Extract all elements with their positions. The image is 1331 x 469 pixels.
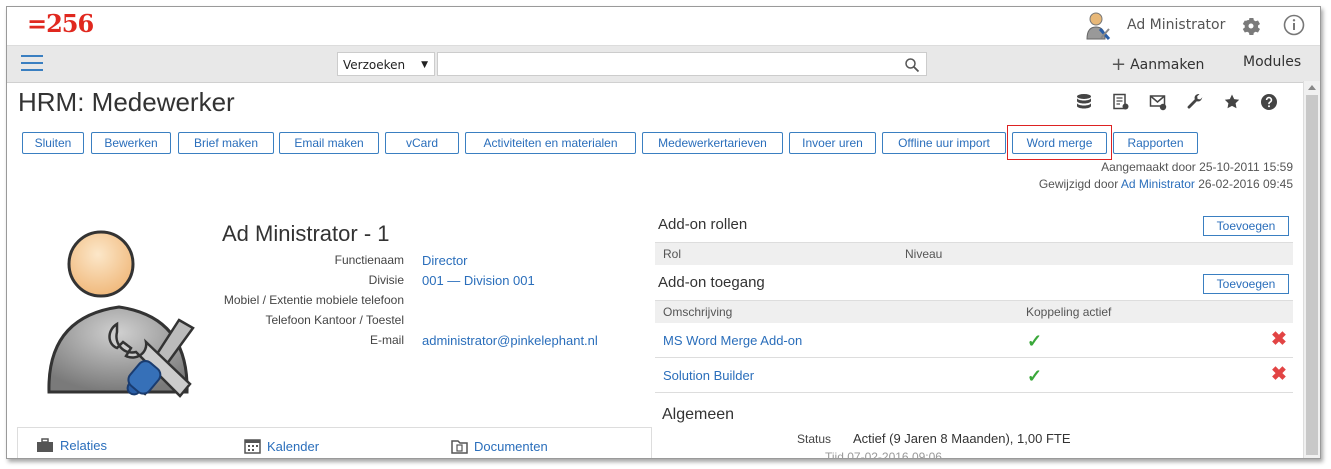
plus-icon: + [1111,54,1127,75]
col-description: Omschrijving [663,305,733,319]
scrollbar-thumb[interactable] [1306,95,1318,455]
employee-name: Ad Ministrator - 1 [222,221,390,246]
addon-roles-add-button[interactable]: Toevoegen [1203,216,1289,236]
mail-settings-icon[interactable] [1149,93,1167,111]
delete-icon[interactable]: ✖ [1271,363,1287,386]
star-icon[interactable] [1223,93,1241,111]
wrench-icon[interactable] [1186,93,1204,111]
modified-info: Gewijzigd door Ad Ministrator 26-02-2016… [1039,177,1293,191]
create-button[interactable]: + Aanmaken [1111,54,1204,75]
report-icon[interactable] [1112,93,1130,111]
general-title: Algemeen [662,406,735,423]
scroll-up-arrow-icon[interactable] [1308,85,1316,90]
addon-link[interactable]: MS Word Merge Add-on [663,333,802,348]
field-function-value[interactable]: Director [422,253,468,268]
check-icon: ✓ [1027,366,1043,386]
modified-user-link[interactable]: Ad Ministrator [1121,177,1195,191]
modified-value: 26-02-2016 09:45 [1198,177,1293,191]
search-type-select[interactable]: Verzoeken ▼ [337,52,435,76]
modified-label: Gewijzigd door [1038,177,1119,191]
col-link-active: Koppeling actief [1026,305,1112,319]
tab-relations[interactable]: Relaties [36,438,107,453]
related-tabs: Relaties Kalender Documenten [17,427,652,458]
field-email-label: E-mail [369,333,404,347]
modules-button[interactable]: Modules [1243,54,1301,70]
menu-icon[interactable] [21,55,43,73]
created-value: 25-10-2011 15:59 [1199,160,1293,174]
page-title: HRM: Medewerker [18,87,235,117]
word-merge-highlight [1007,125,1112,160]
help-icon[interactable] [1260,93,1278,111]
created-info: Aangemaakt door 25-10-2011 15:59 [1101,160,1293,174]
addon-access-add-button[interactable]: Toevoegen [1203,274,1289,294]
tab-documents-label: Documenten [474,439,548,454]
calendar-icon [244,439,261,454]
enter-hours-button[interactable]: Invoer uren [789,132,876,154]
check-icon: ✓ [1027,331,1043,351]
table-row: MS Word Merge Add-on ✓ ✖ [655,323,1293,358]
vcard-button[interactable]: vCard [385,132,459,154]
scrollbar[interactable] [1303,81,1320,458]
addon-roles-header: Rol Niveau [655,242,1293,265]
addon-link[interactable]: Solution Builder [663,368,754,383]
tab-calendar-label: Kalender [267,439,320,454]
field-mobile-label: Mobiel / Extentie mobiele telefoon [223,293,404,307]
addon-access-header: Omschrijving Koppeling actief [655,300,1293,323]
field-function-label: Functienaam [334,253,404,267]
edit-button[interactable]: Bewerken [91,132,171,154]
table-row: Solution Builder ✓ ✖ [655,358,1293,393]
col-level: Niveau [905,247,943,261]
tab-documents[interactable]: Documenten [451,438,548,454]
gear-icon[interactable] [1239,14,1263,38]
tab-relations-label: Relaties [60,438,107,453]
created-label: Aangemaakt door [1101,160,1196,174]
dropdown-arrow-icon: ▼ [421,60,428,70]
briefcase-icon [37,438,53,452]
search-input[interactable] [437,52,927,76]
field-office-phone-label: Telefoon Kantoor / Toestel [265,313,404,327]
delete-icon[interactable]: ✖ [1271,328,1287,351]
info-icon[interactable] [1283,14,1305,36]
tab-calendar[interactable]: Kalender [244,438,319,454]
field-division-label: Divisie [368,273,404,287]
field-division-value[interactable]: 001 — Division 001 [422,273,535,288]
partial-row: Tijd 07-02-2016 09:06 [825,450,942,459]
addon-access-title: Add-on toegang [658,274,765,291]
database-icon[interactable] [1075,93,1093,111]
logo[interactable]: =256 [27,9,94,38]
top-bar: =256 Ad Ministrator [7,7,1320,45]
nav-bar: Verzoeken ▼ + Aanmaken Modules [7,45,1320,83]
status-value: Actief (9 Jaren 8 Maanden), 1,00 FTE [853,431,1071,446]
app-window: =256 Ad Ministrator Verzoeken ▼ + Aanmak… [6,6,1321,459]
folder-document-icon [451,440,468,454]
create-email-button[interactable]: Email maken [279,132,379,154]
user-name[interactable]: Ad Ministrator [1127,17,1225,33]
col-role: Rol [663,247,682,261]
field-email-value[interactable]: administrator@pinkelephant.nl [422,333,598,348]
search-type-value: Verzoeken [343,58,406,72]
search-icon[interactable] [904,57,920,73]
employee-rates-button[interactable]: Medewerkertarieven [642,132,783,154]
create-letter-button[interactable]: Brief maken [178,132,274,154]
close-button[interactable]: Sluiten [22,132,84,154]
field-division: Divisie 001 — Division 001 [7,273,1307,289]
status-label: Status [797,432,832,446]
addon-roles-title: Add-on rollen [658,216,748,233]
create-label: Aanmaken [1130,57,1205,73]
reports-button[interactable]: Rapporten [1113,132,1198,154]
activities-button[interactable]: Activiteiten en materialen [465,132,636,154]
user-avatar-icon[interactable] [1085,11,1113,41]
offline-import-button[interactable]: Offline uur import [882,132,1006,154]
